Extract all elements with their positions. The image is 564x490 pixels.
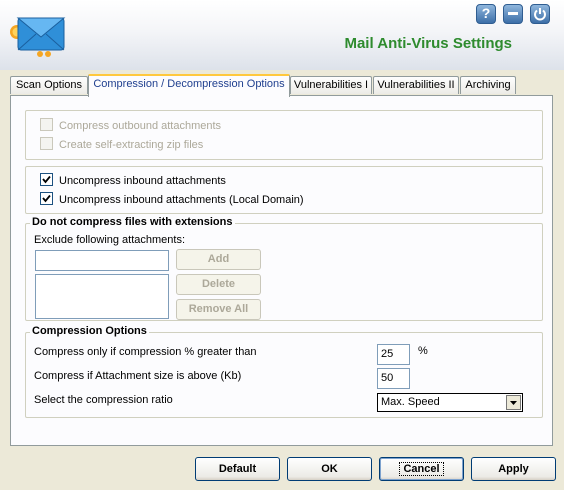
uncompress-group: Uncompress inbound attachments Uncompres…: [25, 166, 543, 214]
apply-button-label: Apply: [498, 463, 529, 475]
size-input[interactable]: 50: [377, 368, 410, 389]
ratio-selected-value: Max. Speed: [381, 396, 440, 408]
tab-label: Vulnerabilities II: [377, 79, 455, 91]
dropdown-arrow[interactable]: [506, 395, 521, 410]
ratio-label: Select the compression ratio: [34, 394, 173, 406]
tab-scan-options[interactable]: Scan Options: [10, 76, 88, 94]
tab-vulnerabilities-1[interactable]: Vulnerabilities I: [290, 76, 372, 94]
percent-unit: %: [418, 345, 428, 357]
extension-input[interactable]: [35, 250, 169, 271]
extension-list[interactable]: [35, 274, 169, 319]
uncompress-inbound-checkbox[interactable]: [40, 173, 53, 186]
tab-label: Scan Options: [15, 79, 83, 91]
exclude-extensions-group: Do not compress files with extensions Ex…: [25, 216, 543, 321]
compress-group: Compress outbound attachments Create sel…: [25, 110, 543, 160]
cancel-button-label: Cancel: [399, 462, 444, 476]
tab-panel: Compress outbound attachments Create sel…: [10, 95, 553, 446]
chevron-down-icon: [510, 401, 517, 405]
compress-outbound-label: Compress outbound attachments: [59, 120, 222, 132]
add-button[interactable]: Add: [176, 249, 261, 270]
percent-input[interactable]: 25: [377, 344, 410, 365]
apply-button[interactable]: Apply: [471, 457, 556, 481]
exclude-group-title: Do not compress files with extensions: [30, 216, 235, 228]
tab-label: Vulnerabilities I: [293, 79, 369, 91]
default-button[interactable]: Default: [195, 457, 280, 481]
ok-button[interactable]: OK: [287, 457, 372, 481]
uncompress-local-row: Uncompress inbound attachments (Local Do…: [40, 192, 304, 208]
tab-vulnerabilities-2[interactable]: Vulnerabilities II: [373, 76, 459, 94]
help-icon: ?: [481, 5, 491, 21]
power-button[interactable]: [530, 4, 550, 24]
self-extract-row: Create self-extracting zip files: [40, 137, 203, 153]
uncompress-local-checkbox[interactable]: [40, 192, 53, 205]
minimize-button[interactable]: [503, 4, 523, 24]
minimize-icon: [508, 12, 518, 15]
uncompress-local-label: Uncompress inbound attachments (Local Do…: [59, 194, 304, 206]
percent-label: Compress only if compression % greater t…: [34, 346, 257, 358]
uncompress-inbound-label: Uncompress inbound attachments: [59, 175, 226, 187]
delete-button[interactable]: Delete: [176, 274, 261, 295]
compress-outbound-row: Compress outbound attachments: [40, 118, 221, 134]
check-icon: [42, 194, 51, 203]
self-extract-checkbox[interactable]: [40, 137, 53, 150]
envelope-logo-icon: [8, 6, 70, 58]
compress-outbound-checkbox[interactable]: [40, 118, 53, 131]
help-button[interactable]: ?: [476, 4, 496, 24]
power-icon: [534, 8, 546, 21]
cancel-button[interactable]: Cancel: [379, 457, 464, 481]
default-button-label: Default: [218, 463, 257, 475]
compression-options-title: Compression Options: [30, 325, 149, 337]
compression-ratio-select[interactable]: Max. Speed: [377, 393, 523, 412]
tab-label: Archiving: [465, 79, 511, 91]
exclude-subtitle: Exclude following attachments:: [34, 234, 186, 246]
size-label: Compress if Attachment size is above (Kb…: [34, 370, 242, 382]
app-title: Mail Anti-Virus Settings: [344, 35, 512, 52]
compression-options-group: Compression Options Compress only if com…: [25, 325, 543, 418]
tab-archiving[interactable]: Archiving: [460, 76, 516, 94]
tab-label: Compression / Decompression Options: [93, 78, 285, 90]
remove-all-button[interactable]: Remove All: [176, 299, 261, 320]
self-extract-label: Create self-extracting zip files: [59, 139, 204, 151]
ok-button-label: OK: [321, 463, 338, 475]
header-banner: ? Mail Anti-Virus Settings: [0, 0, 564, 70]
check-icon: [42, 175, 51, 184]
tab-compression-options[interactable]: Compression / Decompression Options: [88, 74, 290, 97]
uncompress-inbound-row: Uncompress inbound attachments: [40, 173, 226, 189]
